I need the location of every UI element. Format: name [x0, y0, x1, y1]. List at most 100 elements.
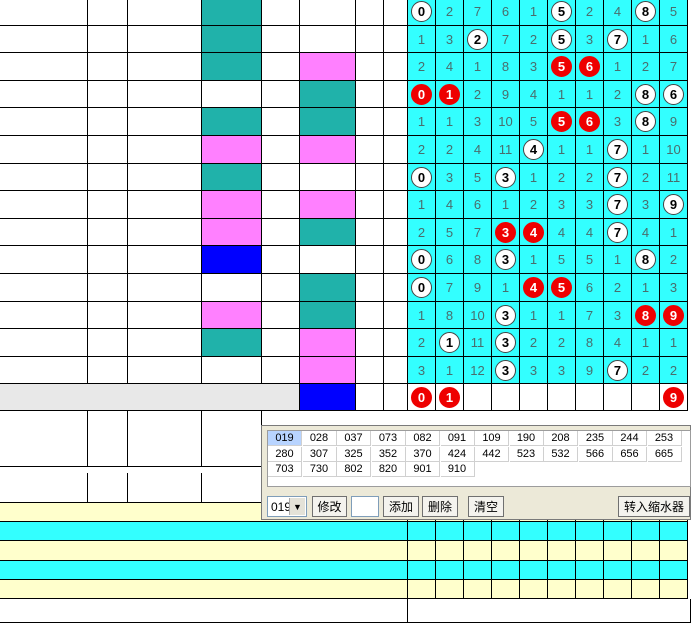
distribution-cell: 3: [632, 191, 660, 219]
pool-number[interactable]: 532: [544, 446, 578, 462]
pool-number[interactable]: 656: [613, 446, 647, 462]
distribution-cell: 3: [520, 53, 548, 81]
add-button[interactable]: 添加: [383, 496, 419, 517]
pool-number[interactable]: 253: [647, 431, 682, 446]
hit-ball: 0: [411, 166, 432, 188]
delete-button[interactable]: 删除: [422, 496, 458, 517]
distribution-cell: 3: [604, 302, 632, 329]
miss-count: 1: [585, 142, 594, 157]
draw-date: [0, 302, 88, 329]
number-select[interactable]: 019 ▼: [267, 496, 307, 517]
draw-date: [0, 26, 88, 53]
pool-number[interactable]: 566: [578, 446, 613, 462]
weekday: [88, 329, 128, 357]
miss-count: 1: [529, 4, 538, 19]
pool-number[interactable]: 523: [509, 446, 544, 462]
pool-number[interactable]: 442: [475, 446, 509, 462]
pool-number[interactable]: 703: [268, 462, 302, 477]
trial-number: [202, 26, 262, 53]
distribution-cell: 8: [632, 0, 660, 26]
number-input[interactable]: [351, 496, 379, 517]
distribution-cell: 1: [408, 108, 436, 136]
weekday: [88, 219, 128, 246]
hit-ball: 2: [467, 28, 488, 50]
current-ball-cell: [576, 384, 604, 411]
stat-value: [408, 561, 436, 580]
miss-count: 1: [445, 114, 454, 129]
distribution-cell: 10: [492, 108, 520, 136]
distribution-cell: 6: [492, 0, 520, 26]
pool-number[interactable]: 424: [440, 446, 475, 462]
miss-count: 1: [445, 362, 454, 378]
pool-number[interactable]: 109: [475, 431, 509, 446]
issue-number: [128, 329, 202, 357]
trial-number: [202, 53, 262, 81]
miss-count: 4: [445, 197, 454, 212]
miss-count: 6: [585, 280, 594, 295]
clear-button[interactable]: 清空: [468, 496, 504, 517]
pool-number[interactable]: 370: [406, 446, 440, 462]
pool-number[interactable]: 091: [440, 431, 475, 446]
miss-count: 1: [529, 307, 538, 323]
miss-count: 4: [641, 224, 650, 240]
pool-number[interactable]: 190: [509, 431, 544, 446]
span-value: [262, 274, 300, 302]
stat-value: [576, 580, 604, 599]
stat-value: [492, 561, 520, 580]
repeat-ball: 6: [579, 111, 600, 132]
pool-number[interactable]: 082: [406, 431, 440, 446]
pool-number[interactable]: 244: [613, 431, 647, 446]
pool-number[interactable]: 665: [647, 446, 682, 462]
stat-value: [660, 522, 688, 541]
modify-button[interactable]: 修改: [312, 496, 347, 517]
miss-count: 11: [666, 169, 681, 185]
distribution-cell: 1: [632, 329, 660, 357]
pool-number[interactable]: 019: [268, 431, 302, 446]
distribution-cell: 1: [436, 357, 464, 384]
pool-number[interactable]: 307: [302, 446, 337, 462]
pool-number[interactable]: 037: [337, 431, 371, 446]
miss-count: 2: [585, 4, 594, 19]
miss-count: 9: [501, 86, 510, 102]
chevron-down-icon[interactable]: ▼: [289, 498, 305, 515]
miss-count: 3: [585, 197, 594, 212]
pool-number[interactable]: 730: [302, 462, 337, 477]
hit-ball: 0: [411, 277, 432, 298]
pool-number[interactable]: 235: [578, 431, 613, 446]
issue-number: [128, 26, 202, 53]
pool-number[interactable]: 073: [371, 431, 406, 446]
distribution-cell: 1: [492, 191, 520, 219]
tail-value: [384, 0, 408, 26]
pool-number[interactable]: 280: [268, 446, 302, 462]
distribution-cell: 6: [576, 108, 604, 136]
draw-number: [300, 136, 356, 164]
draw-number: [300, 164, 356, 191]
distribution-cell: 2: [660, 357, 688, 384]
sum-value: [356, 246, 384, 274]
pool-number[interactable]: 901: [406, 462, 440, 477]
pool-number[interactable]: 208: [544, 431, 578, 446]
distribution-cell: 3: [576, 26, 604, 53]
pool-number[interactable]: 910: [440, 462, 475, 477]
transfer-button[interactable]: 转入缩水器: [618, 496, 690, 517]
distribution-cell: 4: [436, 191, 464, 219]
pool-number[interactable]: 325: [337, 446, 371, 462]
distribution-cell: 1: [492, 274, 520, 302]
trial-number: [202, 246, 262, 274]
draw-number: [300, 26, 356, 53]
draw-date: [0, 219, 88, 246]
pool-number[interactable]: 820: [371, 462, 406, 477]
trial-number: [202, 191, 262, 219]
pool-number[interactable]: 802: [337, 462, 371, 477]
stat-value: [548, 580, 576, 599]
distribution-cell: 1: [436, 81, 464, 108]
distribution-cell: 3: [492, 302, 520, 329]
distribution-cell: 1: [632, 136, 660, 164]
tail-value: [384, 26, 408, 53]
pool-number[interactable]: 352: [371, 446, 406, 462]
current-ball-cell: 1: [436, 384, 464, 411]
header-date: [0, 473, 88, 503]
distribution-cell: 3: [492, 246, 520, 274]
miss-count: 6: [445, 252, 454, 267]
pool-number[interactable]: 028: [302, 431, 337, 446]
